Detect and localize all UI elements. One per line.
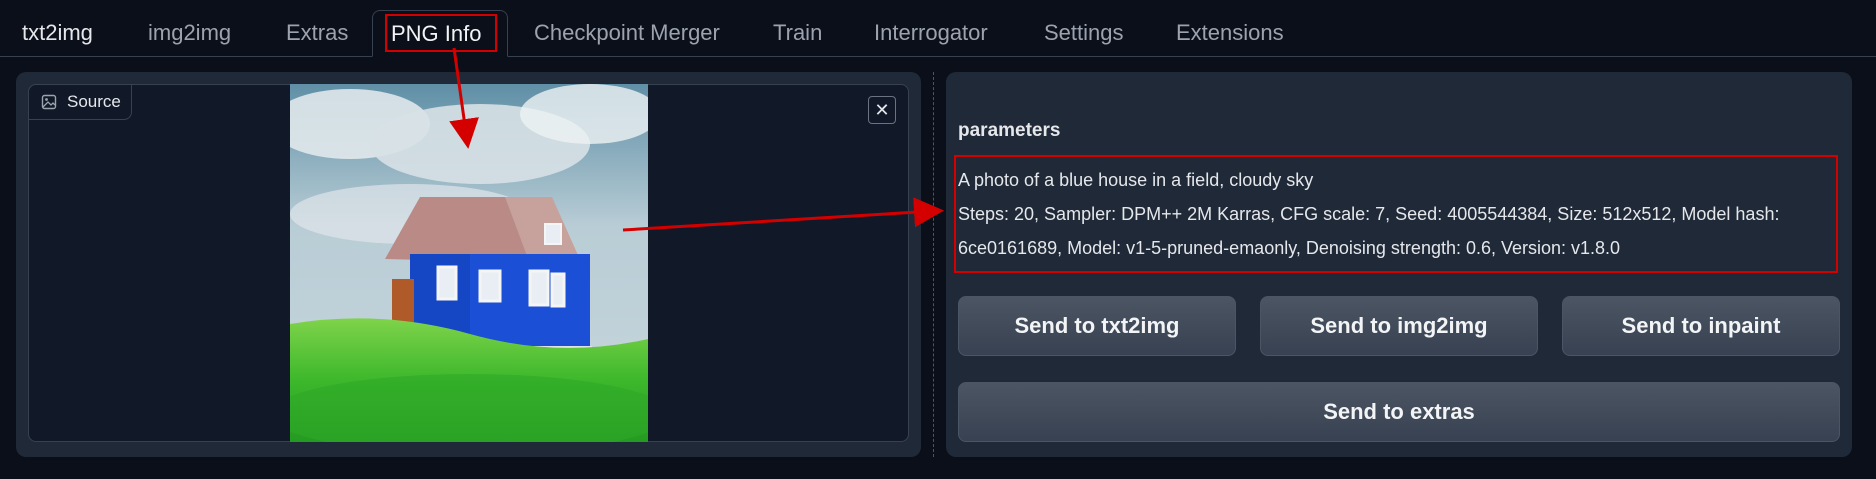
tab-extensions[interactable]: Extensions	[1158, 10, 1302, 56]
send-to-img2img-button[interactable]: Send to img2img	[1260, 296, 1538, 356]
panel-divider	[933, 72, 934, 457]
send-to-extras-button[interactable]: Send to extras	[958, 382, 1840, 442]
send-to-txt2img-button[interactable]: Send to txt2img	[958, 296, 1236, 356]
tab-img2img[interactable]: img2img	[130, 10, 249, 56]
parameters-prompt: A photo of a blue house in a field, clou…	[958, 170, 1314, 190]
parameters-title: parameters	[958, 120, 1061, 141]
uploaded-photo	[290, 84, 648, 442]
image-icon	[41, 94, 57, 110]
tab-train[interactable]: Train	[755, 10, 840, 56]
source-label: Source	[28, 84, 132, 120]
tab-png-info[interactable]: PNG Info	[372, 10, 508, 57]
source-label-text: Source	[67, 92, 121, 111]
tab-settings[interactable]: Settings	[1026, 10, 1142, 56]
tab-bar: txt2img img2img Extras PNG Info Checkpoi…	[0, 0, 1876, 57]
tab-interrogator[interactable]: Interrogator	[856, 10, 1006, 56]
parameters-settings-line2: 6ce0161689, Model: v1-5-pruned-emaonly, …	[958, 238, 1621, 258]
send-to-inpaint-button[interactable]: Send to inpaint	[1562, 296, 1840, 356]
tab-extras[interactable]: Extras	[268, 10, 366, 56]
parameters-settings-line1: Steps: 20, Sampler: DPM++ 2M Karras, CFG…	[958, 204, 1780, 224]
parameters-text: A photo of a blue house in a field, clou…	[958, 163, 1838, 265]
tab-txt2img[interactable]: txt2img	[4, 10, 111, 56]
close-image-button[interactable]: ✕	[868, 96, 896, 124]
tab-checkpoint-merger[interactable]: Checkpoint Merger	[516, 10, 738, 56]
